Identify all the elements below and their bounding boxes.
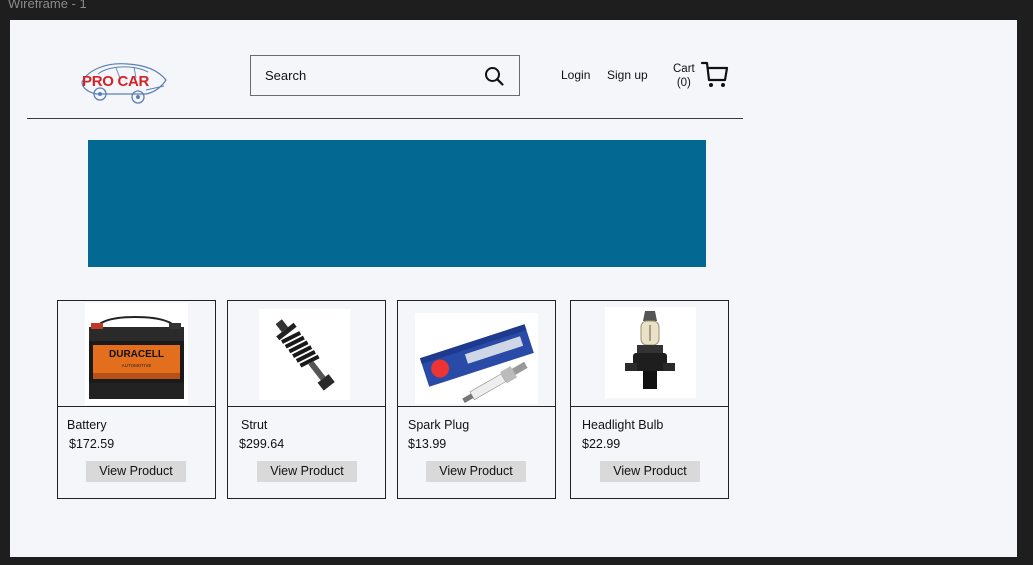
- product-name: Strut: [241, 418, 268, 432]
- hero-banner[interactable]: [88, 140, 706, 267]
- cart-icon[interactable]: [700, 59, 730, 89]
- frame-label: Wireframe - 1: [8, 0, 87, 11]
- product-name: Headlight Bulb: [582, 418, 664, 432]
- product-card-spark-plug[interactable]: Spark Plug $13.99 View Product: [397, 300, 556, 499]
- product-price: $22.99: [582, 437, 621, 451]
- product-price: $13.99: [408, 437, 447, 451]
- product-card-headlight-bulb[interactable]: Headlight Bulb $22.99 View Product: [570, 300, 729, 499]
- product-image-area: [571, 301, 728, 407]
- view-product-button[interactable]: View Product: [426, 461, 526, 482]
- battery-brand-text: DURACELL: [109, 349, 164, 360]
- product-image-area: DURACELL AUTOMOTIVE: [58, 301, 215, 407]
- wireframe-canvas: PRO CAR Search Login Sign up Cart (0) DU…: [10, 20, 1017, 557]
- duracell-battery-image[interactable]: DURACELL AUTOMOTIVE: [85, 303, 188, 405]
- signup-link[interactable]: Sign up: [607, 68, 648, 82]
- cart-link[interactable]: Cart (0): [673, 62, 695, 90]
- product-price: $172.59: [69, 437, 115, 451]
- cart-count: (0): [676, 77, 691, 89]
- product-name: Spark Plug: [408, 418, 470, 432]
- view-product-button[interactable]: View Product: [257, 461, 357, 482]
- search-icon[interactable]: [483, 65, 505, 87]
- iridium-spark-plug-image[interactable]: [415, 313, 538, 404]
- search-input[interactable]: Search: [265, 68, 306, 83]
- strut-image[interactable]: [259, 309, 350, 400]
- login-link[interactable]: Login: [561, 68, 590, 82]
- header-divider: [27, 118, 743, 119]
- battery-sub-text: AUTOMOTIVE: [122, 363, 152, 368]
- product-image-area: [398, 301, 555, 407]
- product-card-battery[interactable]: DURACELL AUTOMOTIVE Battery $172.59 View…: [57, 300, 216, 499]
- view-product-button[interactable]: View Product: [600, 461, 700, 482]
- product-name: Battery: [67, 418, 107, 432]
- search-box[interactable]: Search: [250, 55, 520, 96]
- product-image-area: [228, 301, 385, 407]
- cart-label: Cart: [673, 63, 695, 75]
- headlight-bulb-image[interactable]: [605, 307, 696, 398]
- product-card-strut[interactable]: Strut $299.64 View Product: [227, 300, 386, 499]
- product-price: $299.64: [239, 437, 285, 451]
- logo-text: PRO CAR: [82, 73, 150, 90]
- view-product-button[interactable]: View Product: [86, 461, 186, 482]
